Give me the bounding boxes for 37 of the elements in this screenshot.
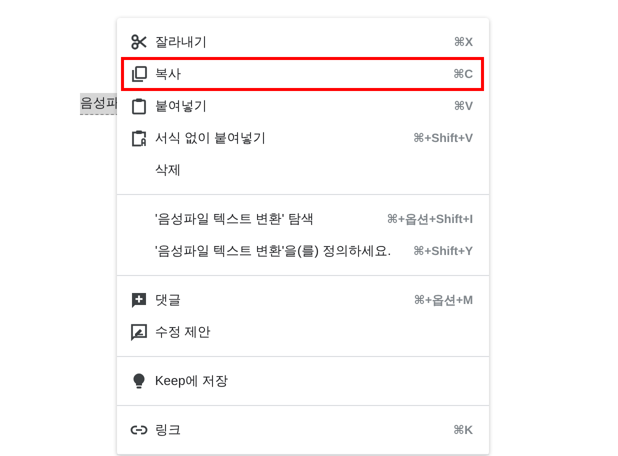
shortcut-text: ⌘V [454,99,473,113]
shortcut-text: ⌘C [453,67,473,81]
menu-item-label: '음성파일 텍스트 변환' 탐색 [155,210,314,228]
menu-item[interactable]: '음성파일 텍스트 변환' 탐색 ⌘+옵션+Shift+I [117,203,489,235]
menu-item-label: 링크 [155,421,181,439]
menu-item-label: 댓글 [155,291,181,309]
menu-item-label: 수정 제안 [155,323,211,341]
menu-item[interactable]: 댓글 ⌘+옵션+M [117,284,489,316]
copy-icon [130,65,148,83]
menu-item-label: 삭제 [155,161,181,179]
shortcut-text: ⌘+Shift+V [413,131,473,145]
menu-item[interactable]: 링크 ⌘K [117,414,489,446]
suggest-edit-icon [130,323,148,341]
menu-item-label: Keep에 저장 [155,372,228,390]
shortcut-text: ⌘+옵션+M [414,292,473,308]
menu-item[interactable]: 서식 없이 붙여넣기 ⌘+Shift+V [117,122,489,154]
scissors-icon [130,33,148,51]
shortcut-text: ⌘+Shift+Y [413,244,473,258]
menu-item[interactable]: '음성파일 텍스트 변환'을(를) 정의하세요. ⌘+Shift+Y [117,235,489,267]
selected-text: 음성파 [80,93,119,115]
menu-item-label: 복사 [155,65,181,83]
shortcut-text: ⌘X [454,35,473,49]
menu-item[interactable]: Keep에 저장 [117,365,489,397]
menu-item-label: 서식 없이 붙여넣기 [155,129,266,147]
shortcut-text: ⌘K [453,423,473,437]
shortcut-text: ⌘+옵션+Shift+I [386,210,473,228]
menu-item[interactable]: 수정 제안 [117,316,489,348]
clipboard-icon [130,97,148,115]
menu-item[interactable]: 잘라내기 ⌘X [117,26,489,58]
clipboard-text-icon [130,129,148,147]
menu-item-label: '음성파일 텍스트 변환'을(를) 정의하세요. [155,242,392,260]
menu-item-label: 잘라내기 [155,33,207,51]
menu-item[interactable]: 붙여넣기 ⌘V [117,90,489,122]
menu-item-label: 붙여넣기 [155,97,207,115]
menu-item[interactable]: 복사 ⌘C [117,58,489,90]
menu-item[interactable]: 삭제 [117,154,489,186]
add-comment-icon [130,291,148,309]
